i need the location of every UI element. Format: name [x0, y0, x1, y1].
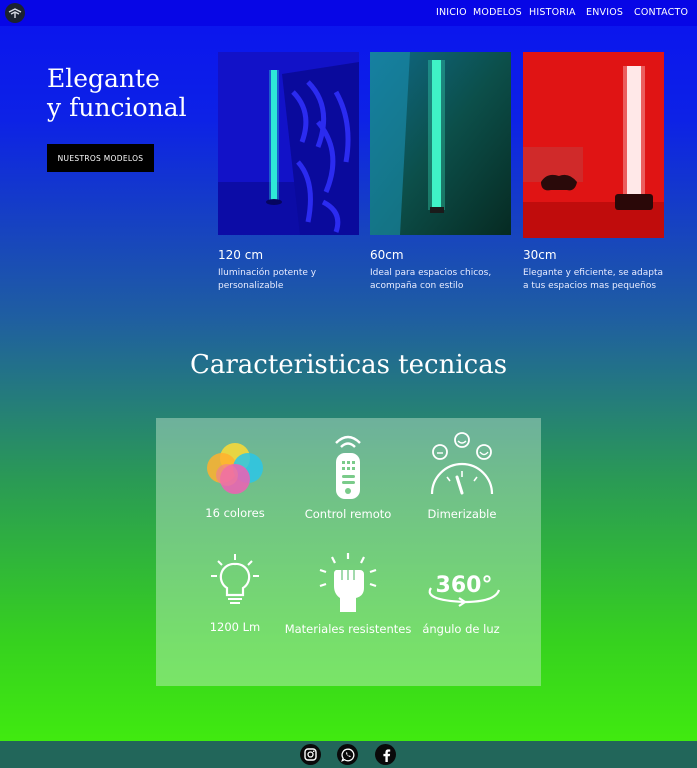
fist-icon: [316, 552, 380, 618]
lamp-60cm-image: [370, 52, 511, 235]
model-60cm-description: Ideal para espacios chicos, acompaña con…: [370, 268, 492, 291]
model-120cm-size: 120 cm: [218, 248, 264, 262]
feature-label-remote: Control remoto: [304, 507, 392, 521]
logo-icon: [8, 8, 22, 18]
instagram-icon[interactable]: [300, 744, 321, 765]
svg-text:360°: 360°: [436, 573, 493, 598]
feature-label-colors: 16 colores: [205, 506, 265, 520]
model-60cm-photo[interactable]: [370, 52, 511, 235]
feature-label-lumens: 1200 Lm: [209, 620, 261, 634]
model-60cm-size: 60cm: [370, 248, 404, 262]
model-30cm-size: 30cm: [523, 248, 557, 262]
facebook-icon[interactable]: [375, 744, 396, 765]
hero-title-line-2: y funcional: [47, 93, 187, 122]
lamp-120cm-image: [218, 52, 359, 235]
lamp-30cm-image: [523, 52, 664, 238]
remote-control-icon: [330, 433, 366, 505]
color-circles-icon: [205, 439, 265, 503]
feature-label-materials: Materiales resistentes: [284, 622, 412, 636]
nav-link-contacto[interactable]: CONTACTO: [634, 7, 688, 18]
hero-title: Elegante y funcional: [47, 64, 187, 122]
logo[interactable]: [5, 3, 25, 23]
dimmer-gauge-icon: [429, 431, 495, 501]
rotate-360-icon: 360°: [425, 568, 503, 612]
model-30cm-description: Elegante y eficiente, se adapta a tus es…: [523, 268, 664, 291]
features-title: Caracteristicas tecnicas: [189, 350, 508, 380]
hero-title-line-1: Elegante: [47, 64, 160, 93]
top-navbar: INICIO MODELOS HISTORIA ENVIOS CONTACTO: [0, 0, 697, 26]
model-120cm-photo[interactable]: [218, 52, 359, 235]
whatsapp-icon[interactable]: [337, 744, 358, 765]
nav-link-envios[interactable]: ENVIOS: [586, 7, 623, 18]
feature-label-dimmer: Dimerizable: [427, 507, 497, 521]
nav-link-modelos[interactable]: MODELOS: [473, 7, 522, 18]
model-30cm-photo[interactable]: [523, 52, 664, 238]
our-models-button[interactable]: NUESTROS MODELOS: [47, 144, 154, 172]
feature-label-angle: ángulo de luz: [422, 622, 500, 636]
lightbulb-icon: [209, 553, 261, 613]
nav-link-inicio[interactable]: INICIO: [436, 7, 467, 18]
nav-link-historia[interactable]: HISTORIA: [529, 7, 576, 18]
model-120cm-description: Iluminación potente y personalizable: [218, 268, 317, 291]
